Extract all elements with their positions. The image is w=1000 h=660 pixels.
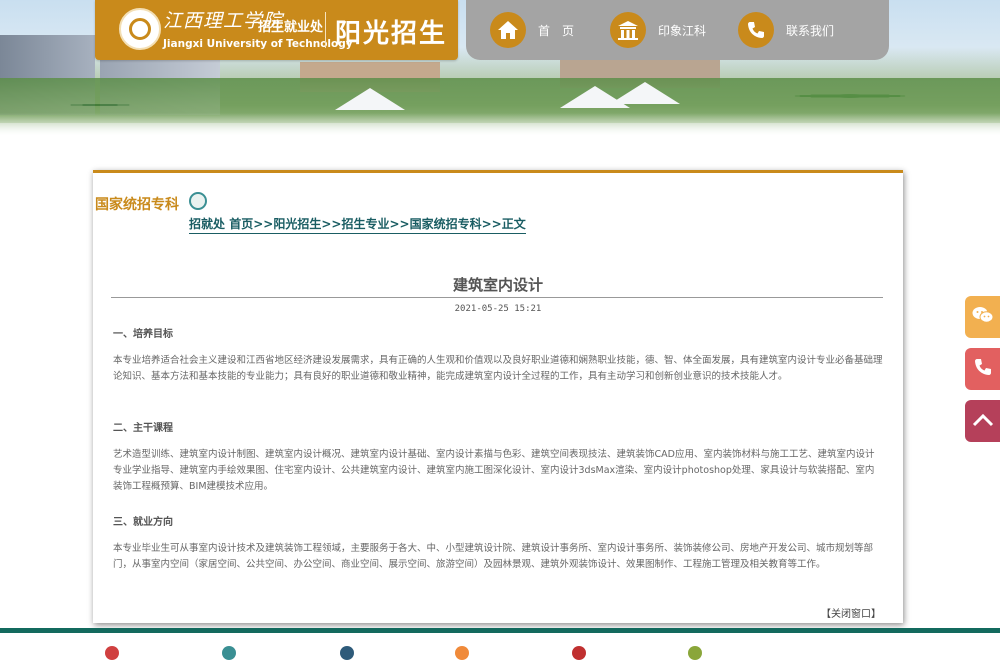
nav-label: 联系我们	[786, 23, 835, 38]
close-window-link[interactable]: 【关闭窗口】	[821, 605, 881, 620]
breadcrumb-current: 正文	[501, 217, 526, 231]
footer-divider	[0, 628, 1000, 633]
gate-building-icon	[610, 12, 646, 48]
section-body: 本专业毕业生可从事室内设计技术及建筑装饰工程领域，主要服务于各大、中、小型建筑设…	[113, 543, 874, 570]
top-nav: 首 页 印象江科 联系我们	[466, 0, 889, 60]
section-heading: 二、主干课程	[113, 423, 173, 434]
back-to-top-button[interactable]	[965, 400, 1000, 442]
phone-icon	[973, 357, 993, 381]
site-logo[interactable]: 江西理工学院 招生就业处 Jiangxi University of Techn…	[95, 0, 458, 60]
tent-roof	[335, 88, 405, 110]
school-emblem-icon	[119, 8, 161, 50]
footer-icon	[222, 646, 236, 660]
wechat-button[interactable]	[965, 296, 1000, 338]
breadcrumb-majors[interactable]: 招生专业	[341, 217, 389, 231]
nav-label: 印象江科	[658, 23, 707, 38]
breadcrumb-separator: >>	[253, 217, 274, 231]
article-title: 建筑室内设计	[452, 276, 543, 294]
site-slogan: 阳光招生	[335, 19, 448, 49]
section-body: 艺术造型训练、建筑室内设计制图、建筑室内设计概况、建筑室内设计基础、室内设计素描…	[113, 449, 875, 492]
section-body: 本专业培养适合社会主义建设和江西省地区经济建设发展需求，具有正确的人生观和价值观…	[113, 355, 883, 382]
footer-icon	[455, 646, 469, 660]
breadcrumb-sunshine[interactable]: 阳光招生	[273, 217, 321, 231]
section-heading: 三、就业方向	[113, 517, 173, 528]
section-heading: 一、培养目标	[113, 329, 173, 340]
nav-item-contact[interactable]: 联系我们	[738, 12, 834, 48]
breadcrumb-category[interactable]: 国家统招专科	[410, 217, 482, 231]
breadcrumb-separator: >>	[321, 217, 342, 231]
footer-icon	[688, 646, 702, 660]
breadcrumb-label: 招就处	[189, 217, 226, 231]
article-date: 2021-05-25 15:21	[454, 304, 542, 314]
title-divider	[111, 297, 883, 298]
nav-label: 首 页	[538, 23, 575, 38]
category-emblem-icon	[189, 192, 207, 210]
breadcrumb-home[interactable]: 首页	[229, 217, 253, 231]
footer-icon	[105, 646, 119, 660]
article-panel: 国家统招专科 招就处 首页>>阳光招生>>招生专业>>国家统招专科>>正文 建筑…	[93, 170, 903, 623]
breadcrumb-separator: >>	[481, 217, 502, 231]
breadcrumb-separator: >>	[389, 217, 410, 231]
wechat-icon	[972, 306, 994, 328]
tent-roof	[610, 82, 680, 104]
home-icon	[490, 12, 526, 48]
banner-fade	[0, 113, 1000, 135]
nav-item-home[interactable]: 首 页	[490, 12, 574, 48]
phone-icon	[738, 12, 774, 48]
footer-icon	[572, 646, 586, 660]
nav-item-impression[interactable]: 印象江科	[610, 12, 706, 48]
back-to-top-icon	[972, 412, 994, 431]
breadcrumb: 招就处 首页>>阳光招生>>招生专业>>国家统招专科>>正文	[189, 215, 526, 234]
footer-icon	[340, 646, 354, 660]
phone-button[interactable]	[965, 348, 1000, 390]
footer-icon-row	[0, 646, 1000, 660]
logo-divider	[325, 12, 326, 48]
category-title: 国家统招专科	[95, 197, 179, 213]
department-name: 招生就业处	[258, 20, 324, 35]
